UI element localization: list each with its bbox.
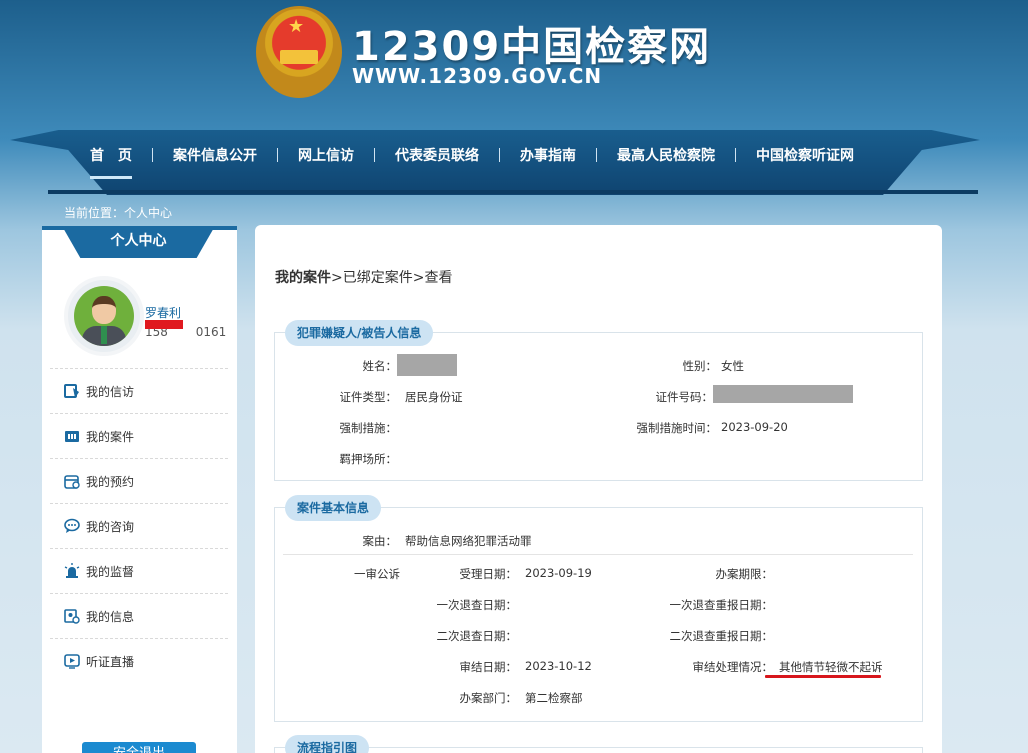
sidebar-item-cases[interactable]: 我的案件: [50, 413, 228, 458]
main-nav: 首 页 案件信息公开 网上信访 代表委员联络 办事指南 最高人民检察院 中国检察…: [80, 144, 864, 179]
result-label: 审结处理情况：: [692, 660, 774, 674]
sidebar-item-info[interactable]: 我的信息: [50, 593, 228, 638]
sidebar-item-consultations[interactable]: 我的咨询: [50, 503, 228, 548]
nav-guide[interactable]: 办事指南: [510, 145, 586, 165]
sidebar-item-label: 我的信访: [86, 384, 135, 399]
sidebar-item-label: 我的监督: [86, 564, 135, 579]
sidebar-item-appointments[interactable]: 我的预约: [50, 458, 228, 503]
cause-value: 帮助信息网络犯罪活动罪: [405, 534, 532, 548]
resubmit1-label: 一次退查重报日期：: [669, 598, 774, 612]
sidebar-menu: 我的信访 我的案件 我的预约 我的咨询 我的监督 我的信息 听证直播: [50, 368, 228, 683]
user-name: 罗春利: [145, 306, 182, 320]
avatar: [64, 276, 144, 356]
header-roof-edge: [48, 190, 978, 194]
return1-label: 一次退查日期：: [436, 598, 518, 612]
profile-card-icon: [64, 609, 80, 624]
sidebar: 个人中心 罗春利 158 0161 我的信访 我的案件 我的预约 我的咨询 我的: [42, 226, 237, 753]
detention-label: 羁押场所：: [339, 452, 398, 466]
department-value: 第二检察部: [525, 691, 583, 705]
case-info-tag: 案件基本信息: [285, 495, 382, 521]
avatar-circle: [74, 286, 134, 346]
sidebar-item-label: 我的信息: [86, 609, 135, 624]
site-header: ★ 12309中国检察网 WWW.12309.GOV.CN 首 页 案件信息公开…: [0, 0, 1028, 200]
close-date-label: 审结日期：: [459, 660, 518, 674]
site-url: WWW.12309.GOV.CN: [352, 64, 603, 88]
name-redaction: [397, 354, 457, 376]
result-value: 其他情节轻微不起诉: [779, 660, 883, 674]
calendar-icon: [64, 475, 80, 489]
measure-label: 强制措施：: [339, 421, 398, 435]
sidebar-title: 个人中心: [62, 226, 215, 258]
cause-label: 案由：: [362, 534, 398, 548]
star-icon: ★: [288, 16, 305, 37]
gender-label: 性别：: [682, 359, 718, 373]
accept-date-value: 2023-09-19: [525, 566, 592, 580]
avatar-tie: [101, 326, 107, 344]
process-tag: 流程指引图: [285, 735, 370, 753]
department-label: 办案部门：: [459, 691, 518, 705]
section-divider: [283, 554, 913, 555]
main-content: 我的案件>已绑定案件>查看 犯罪嫌疑人/被告人信息 姓名： 性别： 女性 证件类…: [255, 225, 942, 753]
nav-divider: [277, 148, 278, 162]
alarm-light-icon: [64, 563, 80, 578]
sidebar-item-label: 听证直播: [86, 654, 135, 669]
avatar-head: [92, 296, 116, 324]
nav-hearing-network[interactable]: 中国检察听证网: [746, 145, 864, 165]
sidebar-item-supervision[interactable]: 我的监督: [50, 548, 228, 593]
nav-supreme-procuratorate[interactable]: 最高人民检察院: [607, 145, 725, 165]
measure-time-value: 2023-09-20: [721, 420, 788, 434]
phone-redaction: [145, 320, 183, 329]
video-play-icon: [64, 654, 80, 669]
breadcrumb-trail: >已绑定案件>查看: [331, 270, 453, 286]
nav-divider: [152, 148, 153, 162]
case-info-panel: 案件基本信息 案由： 帮助信息网络犯罪活动罪 一审公诉 受理日期： 2023-0…: [274, 495, 923, 722]
nav-online-petition[interactable]: 网上信访: [288, 145, 364, 165]
nav-divider: [735, 148, 736, 162]
name-label: 姓名：: [362, 359, 398, 373]
nav-case-disclosure[interactable]: 案件信息公开: [163, 145, 267, 165]
accept-date-label: 受理日期：: [459, 567, 518, 581]
breadcrumb-my-cases[interactable]: 我的案件: [275, 270, 331, 286]
national-emblem-icon[interactable]: ★: [256, 6, 342, 98]
sidebar-item-petitions[interactable]: 我的信访: [50, 368, 228, 413]
sidebar-item-label: 我的案件: [86, 429, 135, 444]
stage-value: 一审公诉: [354, 567, 400, 581]
suspect-info-tag: 犯罪嫌疑人/被告人信息: [285, 320, 434, 346]
nav-divider: [499, 148, 500, 162]
measure-time-label: 强制措施时间：: [636, 421, 718, 435]
petition-icon: [64, 384, 79, 398]
nav-home[interactable]: 首 页: [80, 145, 142, 179]
suspect-info-panel: 犯罪嫌疑人/被告人信息 姓名： 性别： 女性 证件类型： 居民身份证 证件号码：…: [274, 320, 923, 481]
id-type-value: 居民身份证: [405, 390, 463, 404]
gender-value: 女性: [721, 359, 744, 373]
breadcrumb: 我的案件>已绑定案件>查看: [275, 267, 452, 287]
sidebar-item-live-hearing[interactable]: 听证直播: [50, 638, 228, 683]
close-date-value: 2023-10-12: [525, 659, 592, 673]
id-type-label: 证件类型：: [339, 390, 398, 404]
cases-icon: [65, 431, 79, 442]
sidebar-item-label: 我的咨询: [86, 519, 135, 534]
deadline-label: 办案期限：: [715, 567, 774, 581]
logout-button[interactable]: 安全退出: [82, 742, 196, 753]
nav-deputy-liaison[interactable]: 代表委员联络: [385, 145, 489, 165]
nav-divider: [596, 148, 597, 162]
id-number-redaction: [713, 385, 853, 403]
sidebar-item-label: 我的预约: [86, 474, 135, 489]
id-number-label: 证件号码：: [655, 390, 714, 404]
current-location: 当前位置：个人中心: [64, 206, 173, 220]
result-underline-mark: [765, 675, 881, 678]
tiananmen-gate-icon: [280, 50, 318, 64]
return2-label: 二次退查日期：: [436, 629, 518, 643]
process-panel: 流程指引图: [274, 735, 923, 753]
chat-icon: [64, 518, 80, 533]
resubmit2-label: 二次退查重报日期：: [669, 629, 774, 643]
nav-divider: [374, 148, 375, 162]
